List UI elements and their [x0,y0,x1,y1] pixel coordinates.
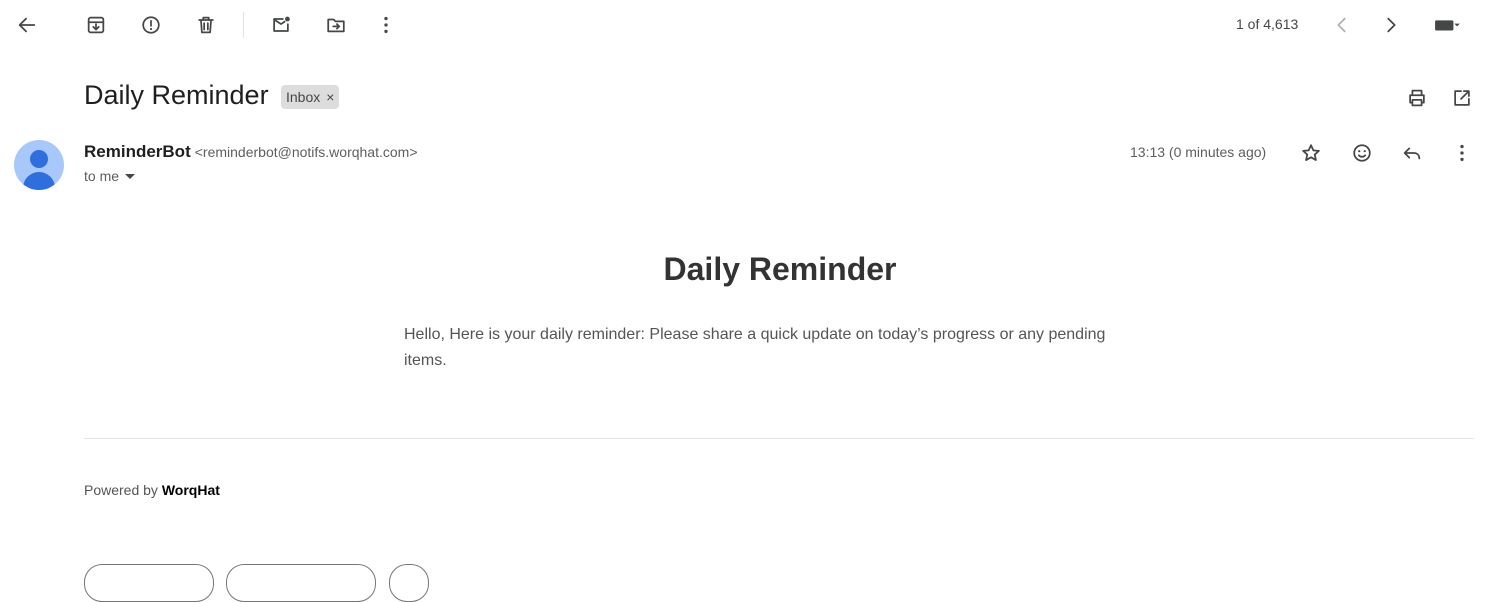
report-spam-icon[interactable] [131,5,171,45]
recipient-details-toggle[interactable]: to me [84,168,136,184]
email-body-title: Daily Reminder [663,251,897,287]
keyboard-icon[interactable] [1424,5,1470,45]
mark-unread-icon[interactable] [261,5,301,45]
star-icon[interactable] [1291,133,1331,173]
email-body-text: Hello, Here is your daily reminder: Plea… [404,326,1106,369]
archive-icon[interactable] [76,5,116,45]
message-time: 13:13 (0 minutes ago) [1130,144,1267,160]
sender: ReminderBot <reminderbot@notifs.worqhat.c… [84,142,418,162]
chevron-left-icon[interactable] [1322,5,1362,45]
sender-name[interactable]: ReminderBot [84,142,191,161]
pager-count: 1 of 4,613 [1236,16,1299,32]
brand-name: WorqHat [161,482,220,498]
label-chip-text: Inbox [286,89,321,105]
powered-by-prefix: Powered by [84,482,158,498]
message-subject: Daily Reminder [84,80,269,110]
avatar-head [30,150,48,168]
remove-label-button[interactable]: × [326,89,334,105]
footer-divider [84,438,1474,439]
avatar[interactable] [14,140,64,190]
sender-email: <reminderbot@notifs.worqhat.com> [194,144,418,160]
print-icon[interactable] [1397,78,1437,118]
move-to-folder-icon[interactable] [316,5,356,45]
more-vertical-icon[interactable] [366,5,406,45]
back-icon[interactable] [7,5,47,45]
caret-down-icon [125,173,136,179]
label-chip: Inbox × [281,85,340,109]
powered-by: Powered by WorqHat [84,482,220,498]
trash-icon[interactable] [186,5,226,45]
open-in-new-icon[interactable] [1442,78,1482,118]
reply-pill-button[interactable] [84,564,214,602]
reply-icon[interactable] [1392,133,1432,173]
chevron-right-icon[interactable] [1371,5,1411,45]
emoji-pill-button[interactable] [389,564,429,602]
emoji-icon[interactable] [1342,133,1382,173]
avatar-body [23,172,55,190]
toolbar-divider [243,12,244,38]
recipient-label: to me [84,168,120,184]
more-vertical-icon[interactable] [1442,133,1482,173]
forward-pill-button[interactable] [226,564,376,602]
